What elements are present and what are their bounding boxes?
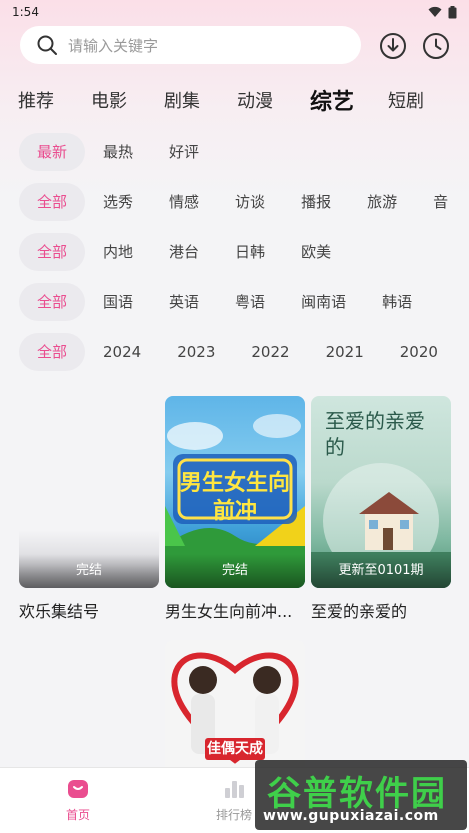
watermark: 谷普软件园 www.gupuxiazai.com [255, 760, 467, 830]
filter-lang-cantonese[interactable]: 粤语 [217, 283, 283, 321]
media-card-title[interactable]: 欢乐集结号 [19, 598, 159, 622]
filter-lang-all[interactable]: 全部 [19, 283, 86, 321]
watermark-url: www.gupuxiazai.com [263, 808, 439, 824]
nav-home-label: 首页 [65, 808, 90, 822]
filter-year-2022[interactable]: 2022 [233, 333, 307, 371]
media-card-poster[interactable]: 完结 [19, 396, 159, 588]
filter-year-2024[interactable]: 2024 [85, 333, 159, 371]
filter-sort-hot[interactable]: 最热 [85, 133, 151, 171]
status-badge: 完结 [165, 554, 305, 588]
tab-recommend[interactable]: 推荐 [18, 87, 54, 113]
filter-region-mainland[interactable]: 内地 [85, 233, 151, 271]
filter-sort-latest[interactable]: 最新 [19, 133, 86, 171]
filter-type-all[interactable]: 全部 [19, 183, 86, 221]
filter-type-interview[interactable]: 访谈 [217, 183, 283, 221]
status-bar: 1:54 [0, 0, 469, 24]
filter-row-sort: 最新 最热 好评 [0, 133, 469, 171]
nav-home[interactable]: 首页 [38, 776, 118, 823]
search-icon [37, 35, 57, 55]
category-tabs: 推荐 电影 剧集 动漫 综艺 短剧 [0, 82, 469, 118]
filter-year-2021[interactable]: 2021 [308, 333, 382, 371]
ranking-chart-icon [225, 781, 244, 798]
filter-type-travel[interactable]: 旅游 [349, 183, 415, 221]
wifi-icon [428, 6, 442, 17]
filter-type-news[interactable]: 播报 [283, 183, 349, 221]
filter-lang-english[interactable]: 英语 [151, 283, 217, 321]
media-card-title[interactable]: 至爱的亲爱的 [311, 598, 451, 622]
filter-row-language: 全部 国语 英语 粤语 闽南语 韩语 [0, 283, 469, 321]
filter-row-region: 全部 内地 港台 日韩 欧美 [0, 233, 469, 271]
history-clock-icon[interactable] [422, 32, 450, 60]
search-placeholder: 请输入关键字 [68, 36, 159, 55]
filter-lang-korean[interactable]: 韩语 [364, 283, 430, 321]
poster-title-art: 男生女生向前冲 [179, 471, 290, 524]
tab-series[interactable]: 剧集 [164, 87, 200, 113]
filter-lang-mandarin[interactable]: 国语 [85, 283, 151, 321]
filter-region-west[interactable]: 欧美 [283, 233, 349, 271]
filter-region-jpkr[interactable]: 日韩 [217, 233, 283, 271]
status-badge: 更新至0101期 [311, 554, 451, 588]
media-card-poster[interactable]: 佳偶天成 [165, 640, 305, 767]
media-card-title[interactable]: 男生女生向前冲... [165, 598, 305, 622]
filter-year-2020[interactable]: 2020 [382, 333, 456, 371]
tab-variety[interactable]: 综艺 [310, 84, 354, 116]
download-icon[interactable] [379, 32, 407, 60]
status-badge: 完结 [19, 554, 159, 588]
home-icon [68, 780, 88, 798]
poster-title-art: 佳偶天成 [207, 741, 263, 757]
status-icons [428, 5, 457, 19]
filter-type-music[interactable]: 音 [415, 183, 466, 221]
media-card-poster[interactable]: 至爱的亲爱的 更新至0101期 [311, 396, 451, 588]
filter-region-hktw[interactable]: 港台 [151, 233, 217, 271]
search-input[interactable]: 请输入关键字 [20, 26, 361, 64]
filter-sort-rating[interactable]: 好评 [151, 133, 217, 171]
media-card-poster[interactable]: 男生女生向前冲 完结 [165, 396, 305, 588]
status-time: 1:54 [12, 5, 39, 19]
filter-lang-minnan[interactable]: 闽南语 [283, 283, 364, 321]
filter-year-all[interactable]: 全部 [19, 333, 86, 371]
filter-type-romance[interactable]: 情感 [151, 183, 217, 221]
nav-ranking-label: 排行榜 [215, 808, 252, 822]
tab-movies[interactable]: 电影 [91, 87, 127, 113]
filter-region-all[interactable]: 全部 [19, 233, 86, 271]
battery-icon [448, 5, 457, 18]
tab-shorts[interactable]: 短剧 [388, 87, 424, 113]
header: 请输入关键字 [0, 26, 469, 66]
filter-year-2023[interactable]: 2023 [159, 333, 233, 371]
filter-row-year: 全部 2024 2023 2022 2021 2020 [0, 333, 469, 371]
filter-row-type: 全部 选秀 情感 访谈 播报 旅游 音 [0, 183, 469, 221]
filter-type-talent[interactable]: 选秀 [85, 183, 151, 221]
tab-anime[interactable]: 动漫 [237, 87, 273, 113]
poster-title-art: 至爱的亲爱的 [325, 409, 425, 459]
